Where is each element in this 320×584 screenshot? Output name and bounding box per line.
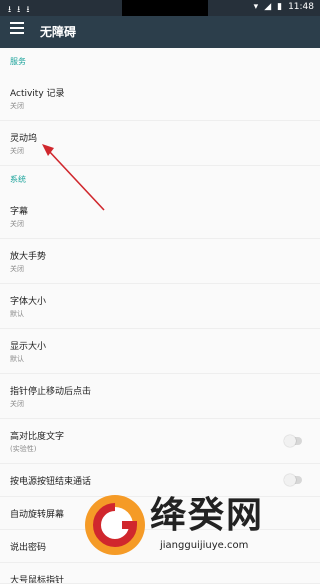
watermark-url: jiangguijiuye.com bbox=[160, 540, 249, 551]
watermark: 绛癸网 jiangguijiuye.com bbox=[70, 480, 320, 569]
watermark-brand: 绛癸网 bbox=[150, 495, 265, 536]
arrow-line bbox=[47, 149, 105, 211]
watermark-logo bbox=[85, 495, 145, 555]
